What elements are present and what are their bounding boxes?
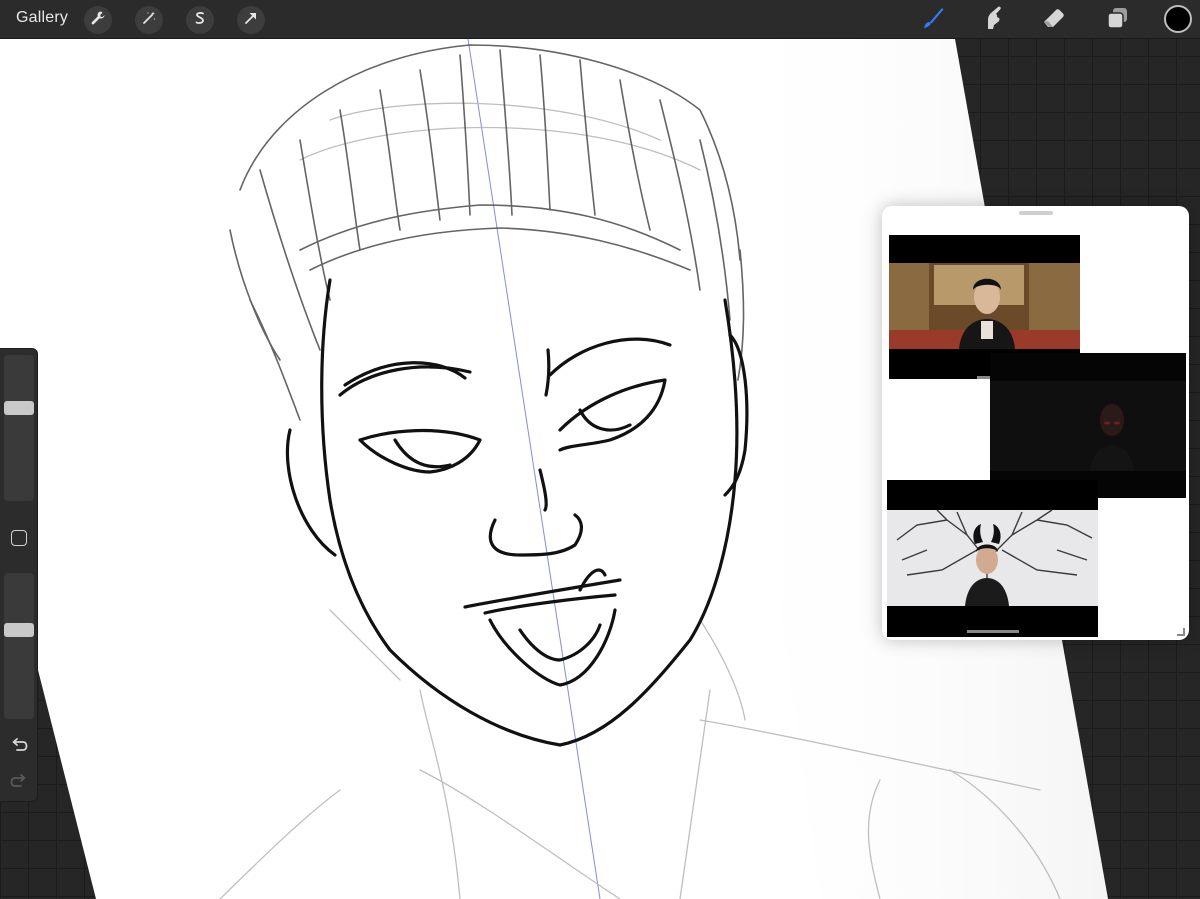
gallery-button[interactable]: Gallery (16, 9, 68, 27)
smudge-tool-button[interactable] (978, 5, 1008, 35)
transform-button[interactable] (237, 6, 265, 34)
redo-icon[interactable] (9, 771, 29, 791)
panel-grab-handle[interactable] (1019, 211, 1053, 215)
opacity-thumb[interactable] (4, 623, 34, 638)
square-modify-icon[interactable] (11, 530, 27, 546)
reference-panel[interactable] (882, 206, 1189, 640)
adjustments-button[interactable] (135, 6, 163, 34)
smudge-finger-icon (980, 5, 1006, 36)
eraser-icon (1041, 5, 1067, 36)
top-toolbar: Gallery (0, 0, 1200, 39)
brush-size-thumb[interactable] (4, 401, 34, 416)
brush-size-slider[interactable] (4, 355, 34, 501)
layers-button[interactable] (1102, 5, 1132, 35)
brush-tool-button[interactable] (918, 5, 948, 35)
wrench-icon (90, 10, 106, 31)
reference-image-3 (887, 480, 1098, 637)
color-picker-button[interactable] (1164, 5, 1192, 33)
reference-image-2 (990, 353, 1186, 498)
opacity-slider[interactable] (4, 573, 34, 719)
layers-icon (1104, 5, 1130, 36)
panel-resize-handle[interactable] (1177, 628, 1185, 636)
brush-icon (920, 5, 946, 36)
actions-button[interactable] (84, 6, 112, 34)
left-sidebar (0, 348, 38, 802)
selection-s-icon (192, 10, 208, 31)
magic-wand-icon (141, 10, 157, 31)
selection-button[interactable] (186, 6, 214, 34)
arrow-cursor-icon (243, 10, 259, 31)
undo-icon[interactable] (9, 735, 29, 755)
eraser-tool-button[interactable] (1039, 5, 1069, 35)
